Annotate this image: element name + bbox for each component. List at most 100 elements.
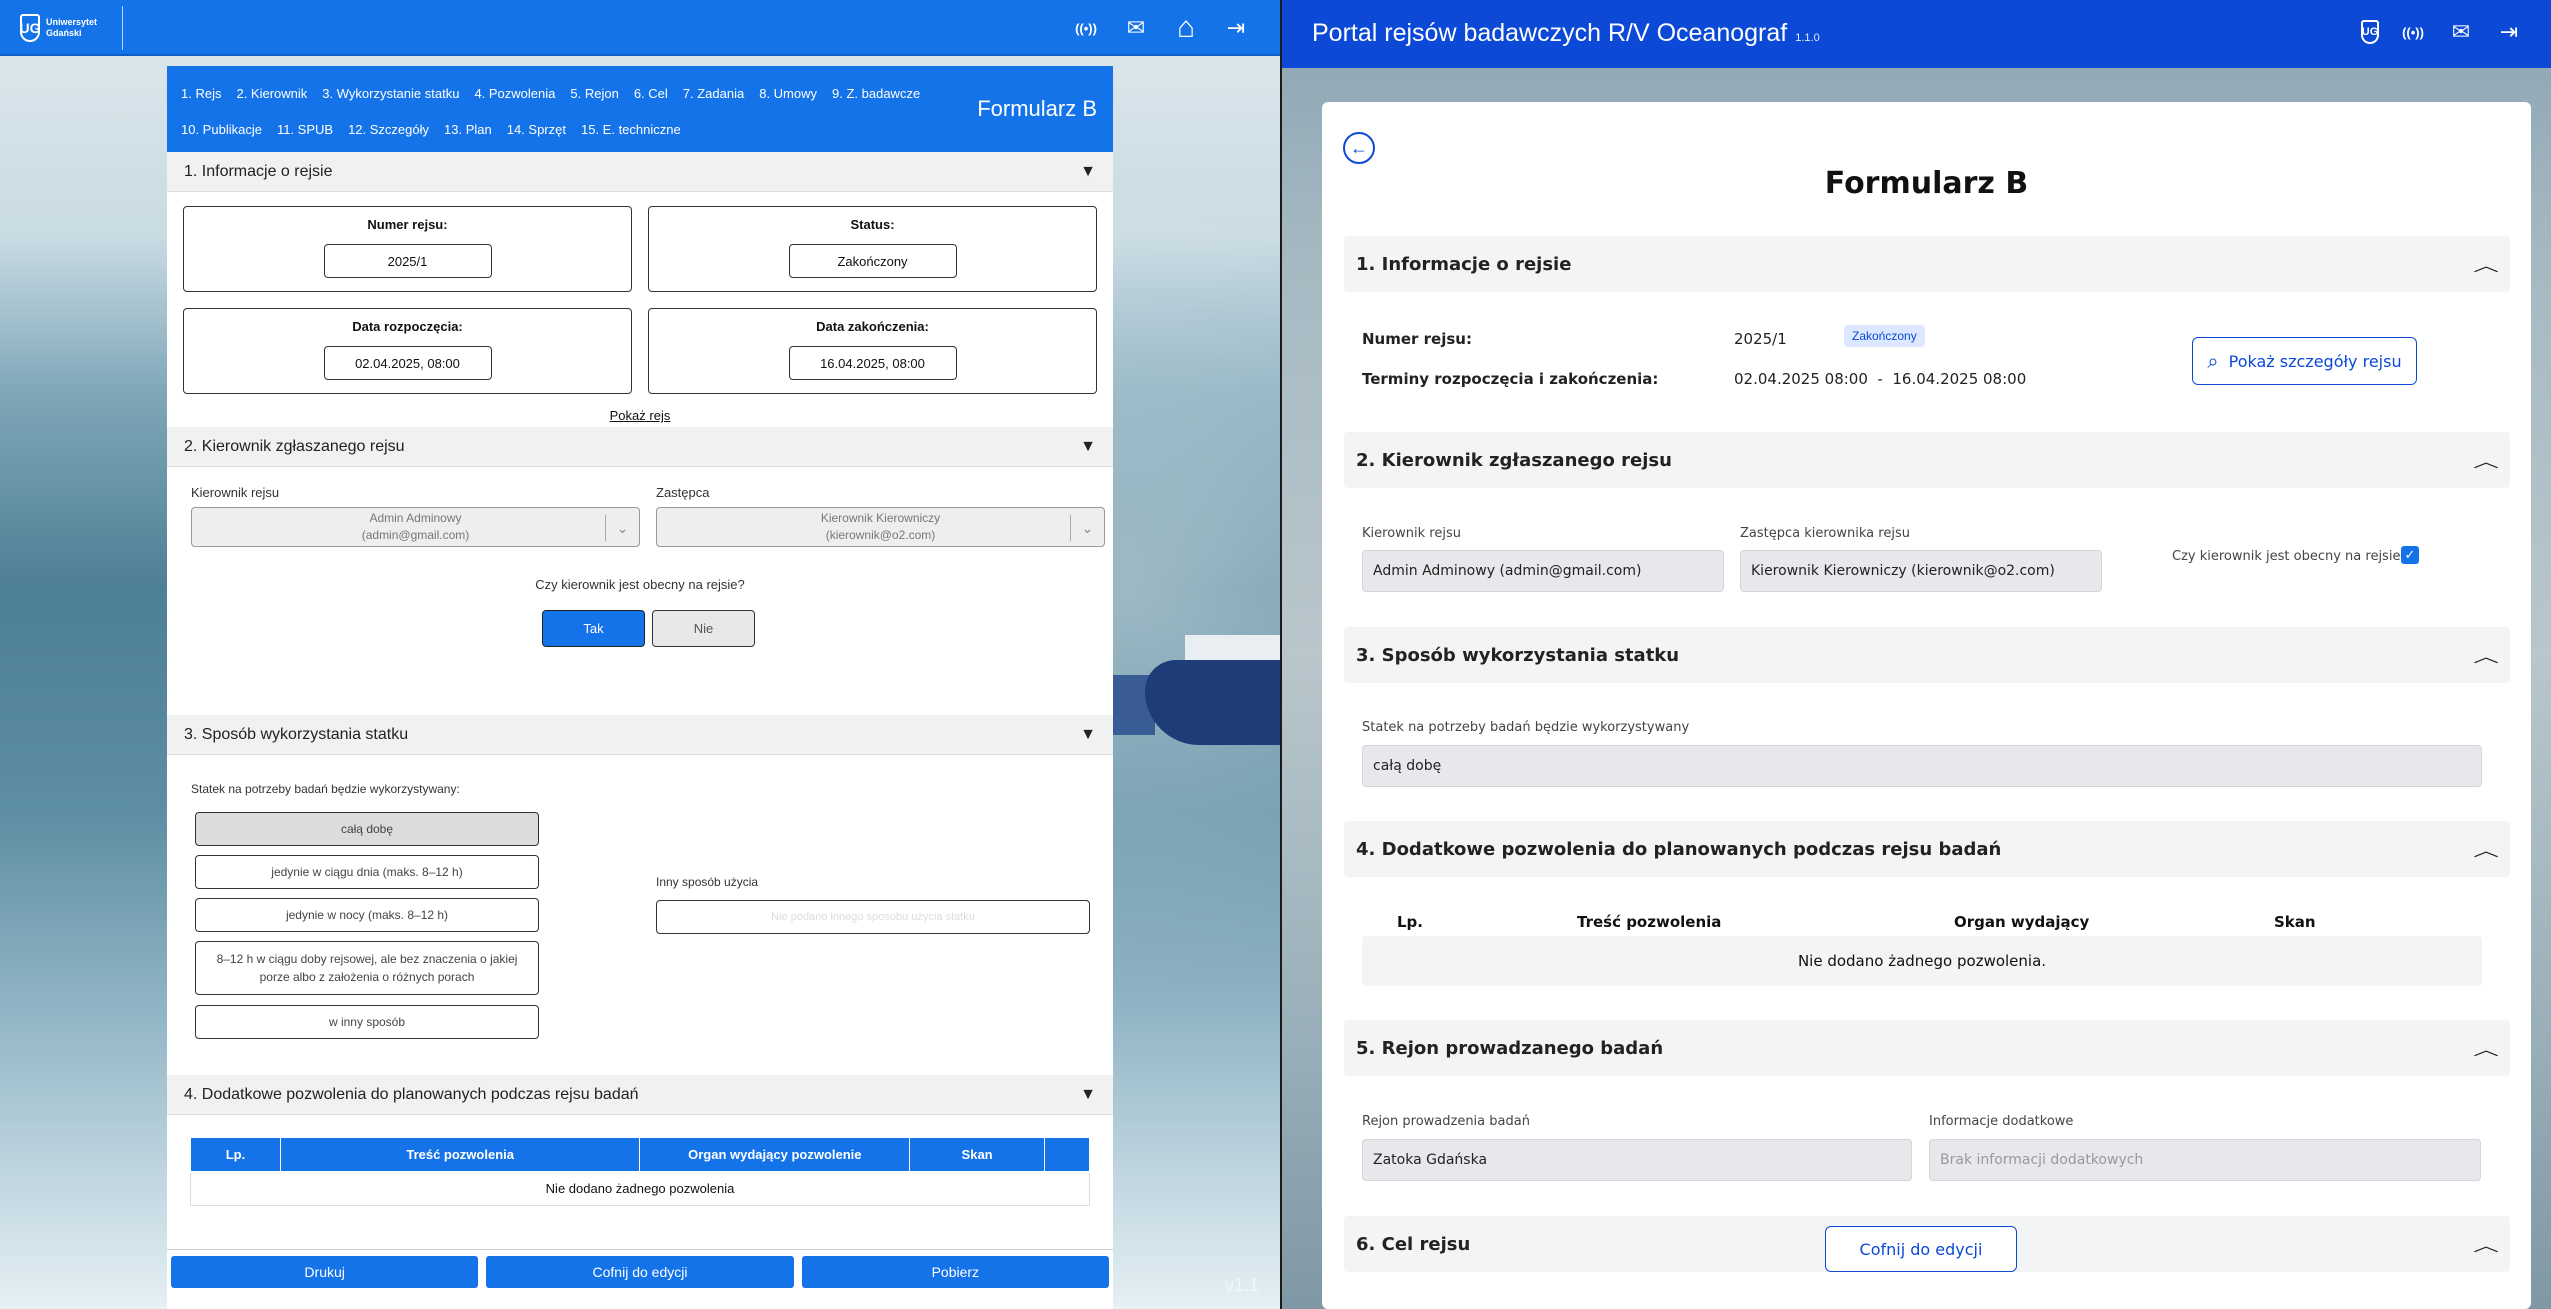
usage-option[interactable]: w inny sposób <box>195 1005 539 1039</box>
university-icon[interactable]: UG <box>2361 20 2379 44</box>
chevron-up-icon: ︿ <box>2473 647 2499 666</box>
back-arrow-icon[interactable]: ← <box>1343 132 1375 164</box>
usage-option[interactable]: całą dobę <box>195 812 539 846</box>
form-nav-link[interactable]: 9. Z. badawcze <box>832 76 920 112</box>
section-1-header[interactable]: 1. Informacje o rejsie ︿ <box>1344 236 2510 292</box>
empty-table-message: Nie dodano żadnego pozwolenia. <box>1362 936 2482 986</box>
form-nav-link[interactable]: 12. Szczegóły <box>348 112 429 148</box>
usage-option[interactable]: jedynie w ciągu dnia (maks. 8–12 h) <box>195 855 539 889</box>
end-date-value: 16.04.2025, 08:00 <box>788 346 957 380</box>
header-separator <box>122 6 123 50</box>
section-3-title: 3. Sposób wykorzystania statku <box>1356 644 1680 666</box>
manager-field[interactable]: Admin Adminowy (admin@gmail.com) <box>1362 550 1724 592</box>
section-1-header[interactable]: 1. Informacje o rejsie ▼ <box>167 152 1113 192</box>
form-nav-link[interactable]: 15. E. techniczne <box>581 112 681 148</box>
section-5-title: 5. Rejon prowadzanego badań <box>1356 1037 1664 1059</box>
broadcast-icon[interactable]: ((•)) <box>2399 18 2427 46</box>
deputy-field[interactable]: Kierownik Kierowniczy (kierownik@o2.com) <box>1740 550 2102 592</box>
university-logo[interactable]: UG Uniwersytet Gdański <box>20 8 118 48</box>
left-browser-window: v1.1 UG Uniwersytet Gdański ((•)) ✉ ⌂ ⇥ … <box>0 0 1280 1309</box>
form-b-panel: 1. Rejs 2. Kierownik 3. Wykorzystanie stat… <box>167 66 1113 1309</box>
download-button[interactable]: Pobierz <box>801 1256 1109 1288</box>
section-2-header[interactable]: 2. Kierownik zgłaszanego rejsu ▼ <box>167 427 1113 467</box>
no-button[interactable]: Nie <box>652 610 755 647</box>
usage-label: Statek na potrzeby badań będzie wykorzys… <box>1362 720 1690 735</box>
app-version: 1.1.0 <box>1795 32 1820 44</box>
manager-present-label: Czy kierownik jest obecny na rejsie? <box>2172 549 2408 564</box>
revert-to-edit-button[interactable]: Cofnij do edycji <box>486 1256 794 1288</box>
chevron-up-icon: ︿ <box>2473 452 2499 471</box>
manager-present-checkbox[interactable]: ✓ <box>2401 546 2419 564</box>
section-5-header[interactable]: 5. Rejon prowadzanego badań ︿ <box>1344 1020 2510 1076</box>
show-cruise-details-label: Pokaż szczegóły rejsu <box>2228 351 2402 371</box>
column-header: Skan <box>909 1137 1046 1172</box>
manager-select[interactable]: Admin Adminowy (admin@gmail.com) ⌄ <box>191 507 640 547</box>
start-date-label: Data rozpoczęcia: <box>352 319 463 334</box>
form-nav-link[interactable]: 14. Sprzęt <box>507 112 566 148</box>
section-3-title: 3. Sposób wykorzystania statku <box>184 725 409 743</box>
form-title: Formularz B <box>977 96 1097 121</box>
form-nav-link[interactable]: 1. Rejs <box>181 76 221 112</box>
section-3-body: Statek na potrzeby badań będzie wykorzys… <box>167 755 1113 1075</box>
mail-icon[interactable]: ✉ <box>2447 18 2475 46</box>
additional-info-label: Informacje dodatkowe <box>1929 1114 2074 1129</box>
broadcast-icon[interactable]: ((•)) <box>1072 14 1100 42</box>
region-field[interactable]: Zatoka Gdańska <box>1362 1139 1912 1181</box>
chevron-up-icon: ︿ <box>2473 841 2499 860</box>
mail-icon[interactable]: ✉ <box>1122 14 1150 42</box>
dates-label: Terminy rozpoczęcia i zakończenia: <box>1362 370 1659 388</box>
version-label: v1.1 <box>1225 1275 1260 1295</box>
deputy-label: Zastępca kierownika rejsu <box>1740 526 1910 541</box>
form-section-nav: 1. Rejs 2. Kierownik 3. Wykorzystanie stat… <box>167 66 1113 152</box>
status-value: Zakończony <box>788 244 957 278</box>
collapse-triangle-icon: ▼ <box>1080 1085 1096 1103</box>
print-button[interactable]: Drukuj <box>171 1256 479 1288</box>
cruise-number-value: 2025/1 <box>323 244 492 278</box>
app-title[interactable]: Portal rejsów badawczych R/V Oceanograf 1… <box>1312 19 1820 48</box>
additional-info-field[interactable]: Brak informacji dodatkowych <box>1929 1139 2481 1181</box>
search-icon: ⌕ <box>2207 349 2219 373</box>
chevron-up-icon: ︿ <box>2473 1040 2499 1059</box>
logout-icon[interactable]: ⇥ <box>2495 18 2523 46</box>
show-cruise-details-button[interactable]: ⌕ Pokaż szczegóły rejsu <box>2192 337 2417 385</box>
form-nav-link[interactable]: 11. SPUB <box>277 112 333 148</box>
deputy-select[interactable]: Kierownik Kierowniczy (kierownik@o2.com)… <box>656 507 1105 547</box>
deputy-name: Kierownik Kierowniczy <box>820 511 941 525</box>
start-date-value: 02.04.2025, 08:00 <box>323 346 492 380</box>
usage-option[interactable]: jedynie w nocy (maks. 8–12 h) <box>195 898 539 932</box>
form-nav-link[interactable]: 13. Plan <box>444 112 492 148</box>
section-2-header[interactable]: 2. Kierownik zgłaszanego rejsu ︿ <box>1344 432 2510 488</box>
show-cruise-link[interactable]: Pokaż rejs <box>167 408 1113 423</box>
other-usage-input[interactable]: Nie podano innego sposobu użycia statku <box>656 900 1090 934</box>
form-nav-link[interactable]: 3. Wykorzystanie statku <box>322 76 459 112</box>
right-browser-window: Portal rejsów badawczych R/V Oceanograf 1… <box>1282 0 2551 1309</box>
section-4-header[interactable]: 4. Dodatkowe pozwolenia do planowanych p… <box>1344 821 2510 877</box>
usage-label: Statek na potrzeby badań będzie wykorzys… <box>191 782 460 796</box>
manager-label: Kierownik rejsu <box>1362 526 1461 541</box>
manager-name: Admin Adminowy <box>369 511 462 525</box>
form-nav-link[interactable]: 4. Pozwolenia <box>474 76 555 112</box>
home-icon[interactable]: ⌂ <box>1172 11 1200 44</box>
empty-table-message: Nie dodano żadnego pozwolenia <box>190 1171 1090 1206</box>
column-header: Treść pozwolenia <box>279 1137 641 1172</box>
revert-to-edit-button[interactable]: Cofnij do edycji <box>1825 1226 2017 1272</box>
app-title-text: Portal rejsów badawczych R/V Oceanograf <box>1312 19 1788 47</box>
section-3-header[interactable]: 3. Sposób wykorzystania statku ︿ <box>1344 627 2510 683</box>
form-nav-link[interactable]: 10. Publikacje <box>181 112 262 148</box>
yes-button[interactable]: Tak <box>542 610 645 647</box>
form-nav-link[interactable]: 7. Zadania <box>683 76 744 112</box>
usage-option[interactable]: 8–12 h w ciągu doby rejsowej, ale bez zn… <box>195 941 539 995</box>
collapse-triangle-icon: ▼ <box>1080 725 1096 743</box>
column-header: Skan <box>2274 913 2316 931</box>
section-3-header[interactable]: 3. Sposób wykorzystania statku ▼ <box>167 715 1113 755</box>
section-4-header[interactable]: 4. Dodatkowe pozwolenia do planowanych p… <box>167 1075 1113 1115</box>
form-nav-link[interactable]: 5. Rejon <box>570 76 618 112</box>
usage-field[interactable]: całą dobę <box>1362 745 2482 787</box>
form-nav-link[interactable]: 6. Cel <box>634 76 668 112</box>
left-app-header: UG Uniwersytet Gdański ((•)) ✉ ⌂ ⇥ <box>0 0 1280 56</box>
logo-line-1: Uniwersytet <box>46 17 98 27</box>
form-nav-link[interactable]: 2. Kierownik <box>236 76 307 112</box>
logout-icon[interactable]: ⇥ <box>1222 14 1250 42</box>
logo-line-2: Gdański <box>46 28 82 38</box>
form-nav-link[interactable]: 8. Umowy <box>759 76 817 112</box>
